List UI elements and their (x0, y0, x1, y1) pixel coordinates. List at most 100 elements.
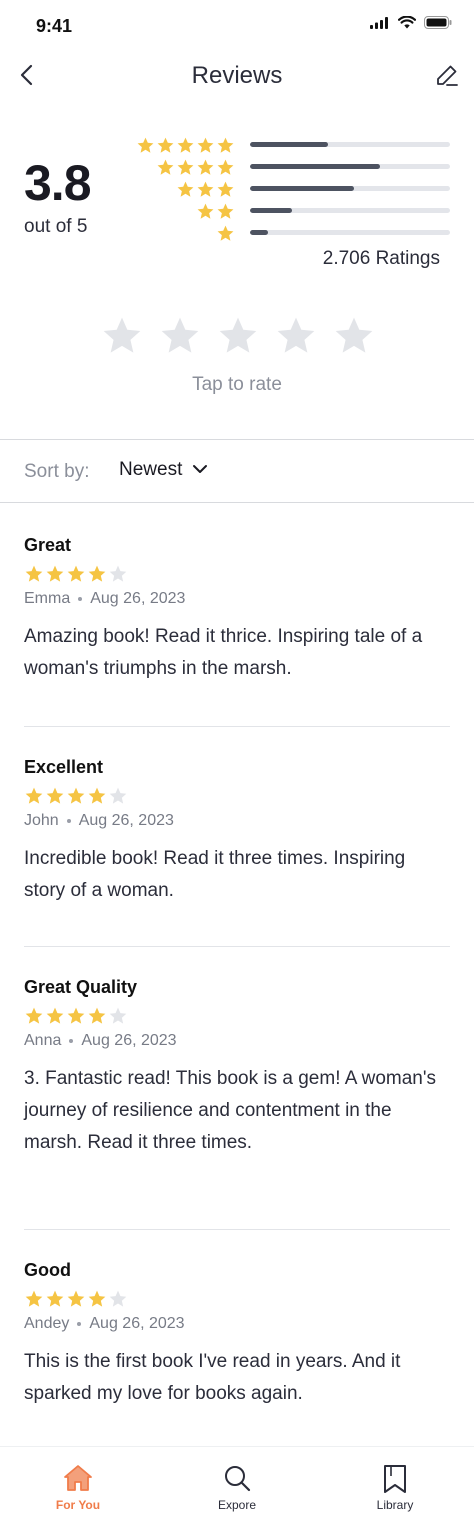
separator-dot (69, 1039, 74, 1043)
star-icon (156, 136, 175, 155)
review-body: Incredible book! Read it three times. In… (24, 848, 406, 901)
star-icon (24, 564, 44, 584)
rating-distribution (130, 136, 450, 246)
star-icon (158, 314, 202, 363)
review-meta: Emma Aug 26, 2023 (24, 590, 450, 608)
distribution-bar (250, 164, 450, 169)
nav-bar: Reviews (0, 52, 474, 102)
star-icon (332, 314, 376, 363)
battery-icon (424, 16, 452, 34)
tab-explore[interactable]: Expore (177, 1447, 297, 1532)
distribution-bar (250, 230, 450, 235)
review-date: Aug 26, 2023 (78, 812, 174, 829)
bookmark-icon (382, 1464, 408, 1499)
star-icon (108, 1006, 128, 1026)
rate-star-5[interactable] (332, 316, 376, 360)
star-icon (66, 1006, 86, 1026)
star-icon (87, 1006, 107, 1026)
distribution-bar-fill (250, 208, 292, 213)
tab-library[interactable]: Library (335, 1447, 455, 1532)
star-icon (196, 180, 215, 199)
star-icon (156, 158, 175, 177)
review-meta: John Aug 26, 2023 (24, 812, 450, 830)
chevron-down-icon (192, 461, 208, 479)
star-icon (24, 1006, 44, 1026)
distribution-row (130, 158, 450, 180)
distribution-bar-fill (250, 164, 380, 169)
distribution-row (130, 224, 450, 246)
review-meta: Andey Aug 26, 2023 (24, 1315, 450, 1333)
review-divider (24, 1229, 450, 1230)
tap-to-rate-caption: Tap to rate (192, 374, 282, 395)
review-divider (24, 726, 450, 727)
tab-bar: For You Expore Library (0, 1446, 474, 1532)
star-icon (176, 158, 195, 177)
distribution-stars (216, 224, 235, 243)
star-icon (216, 224, 235, 243)
star-icon (87, 564, 107, 584)
rate-star-2[interactable] (158, 316, 202, 360)
rate-star-1[interactable] (100, 316, 144, 360)
average-rating: 3.8 (24, 155, 92, 211)
distribution-stars (176, 180, 235, 199)
review-meta: Anna Aug 26, 2023 (24, 1032, 450, 1050)
distribution-stars (196, 202, 235, 221)
star-icon (108, 564, 128, 584)
page-title: Reviews (191, 62, 283, 89)
star-icon (100, 314, 144, 363)
search-icon (223, 1464, 251, 1497)
star-icon (87, 786, 107, 806)
write-review-button[interactable] (432, 62, 462, 92)
sort-dropdown[interactable]: Newest (119, 459, 208, 481)
review-body: This is the first book I've read in year… (24, 1351, 401, 1404)
review-rating (24, 1006, 450, 1026)
rating-summary: 3.8 out of 5 2.706 Ratings (0, 128, 474, 278)
star-icon (136, 136, 155, 155)
star-icon (176, 136, 195, 155)
status-time: 9:41 (36, 16, 73, 36)
tab-label: Expore (217, 1498, 257, 1512)
status-bar: 9:41 (0, 0, 474, 52)
review-body: Amazing book! Read it thrice. Inspiring … (24, 626, 423, 679)
star-icon (216, 202, 235, 221)
tab-label: Library (376, 1498, 414, 1512)
review-item: Good Andey Aug 26, 2023 This is the first b… (24, 1259, 450, 1410)
review-item: Great Emma Aug 26, 2023 Amazing book! Read … (24, 534, 450, 685)
star-icon (108, 786, 128, 806)
star-icon (24, 1289, 44, 1309)
average-caption: out of 5 (24, 216, 88, 237)
review-date: Aug 26, 2023 (81, 1032, 177, 1049)
sort-label: Sort by: (24, 461, 90, 482)
distribution-bar-fill (250, 230, 268, 235)
rate-star-3[interactable] (216, 316, 260, 360)
signal-icon (370, 16, 390, 34)
star-icon (216, 180, 235, 199)
star-icon (45, 786, 65, 806)
star-icon (66, 564, 86, 584)
separator-dot (77, 1322, 82, 1326)
pencil-icon (435, 63, 459, 92)
distribution-bar-fill (250, 142, 328, 147)
review-title: Great Quality (24, 977, 138, 997)
review-author: Anna (24, 1032, 62, 1049)
review-rating (24, 786, 450, 806)
tab-for-you[interactable]: For You (18, 1447, 138, 1532)
star-icon (176, 180, 195, 199)
star-icon (196, 202, 215, 221)
star-icon (216, 314, 260, 363)
review-title: Excellent (24, 757, 104, 777)
star-icon (45, 1006, 65, 1026)
review-date: Aug 26, 2023 (89, 1315, 185, 1332)
review-author: Andey (24, 1315, 70, 1332)
distribution-stars (136, 136, 235, 155)
wifi-icon (397, 15, 417, 34)
star-icon (196, 136, 215, 155)
distribution-bar (250, 142, 450, 147)
review-date: Aug 26, 2023 (90, 590, 186, 607)
separator-dot (78, 597, 83, 601)
distribution-row (130, 136, 450, 158)
review-rating (24, 564, 450, 584)
review-rating (24, 1289, 450, 1309)
rate-star-4[interactable] (274, 316, 318, 360)
status-icons (370, 15, 452, 34)
